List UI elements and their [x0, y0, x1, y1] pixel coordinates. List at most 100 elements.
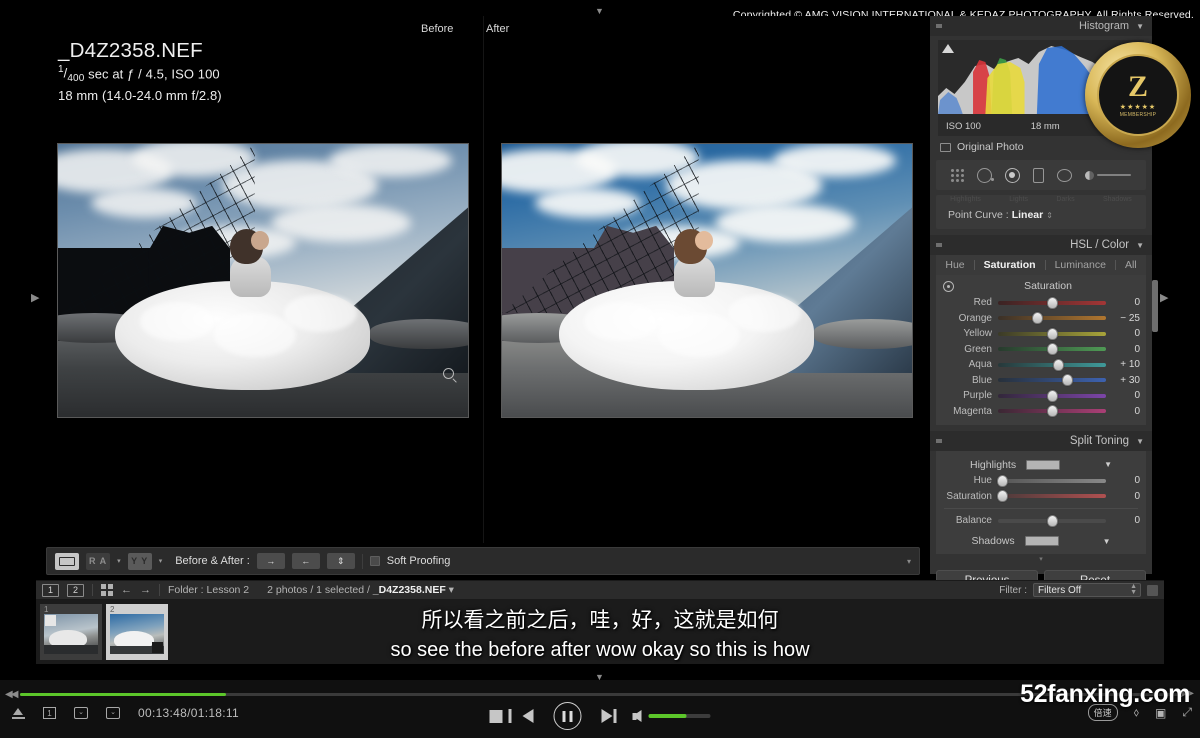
- selected-file-caret-icon[interactable]: ▾: [449, 584, 454, 596]
- chevron-down-icon[interactable]: ▼: [1136, 22, 1144, 31]
- grid-view-icon[interactable]: [101, 584, 113, 596]
- slider-knob[interactable]: [1046, 327, 1058, 340]
- slider-knob[interactable]: [1046, 405, 1058, 418]
- hsl-panel-toggle-icon[interactable]: [936, 243, 942, 247]
- back-arrow-icon[interactable]: ←: [121, 584, 132, 596]
- compare-view-caret-icon[interactable]: ▾: [117, 557, 121, 565]
- slider-saturation[interactable]: Saturation 0: [936, 489, 1146, 505]
- ba-mode-right-left[interactable]: ←: [291, 553, 320, 569]
- zoom-icon[interactable]: [443, 368, 454, 379]
- soft-proofing-checkbox[interactable]: [369, 556, 380, 566]
- slider-track[interactable]: [998, 514, 1106, 527]
- develop-toolbar[interactable]: R A ▾ Y Y ▾ Before & After : → ← ⇕ Soft …: [46, 547, 920, 575]
- slider-track[interactable]: [996, 474, 1106, 487]
- adjustment-brush-icon[interactable]: [1085, 170, 1132, 180]
- slider-track[interactable]: [996, 490, 1106, 503]
- slider-magenta[interactable]: Magenta 0: [936, 404, 1146, 420]
- split-toning-header[interactable]: Split Toning ▼: [930, 431, 1152, 451]
- tab-saturation[interactable]: Saturation: [975, 259, 1045, 271]
- panel-collapse-icon[interactable]: ▾: [1039, 555, 1043, 563]
- red-eye-icon[interactable]: [1004, 167, 1020, 183]
- left-panel-expand-arrow-icon[interactable]: ▶: [31, 291, 39, 304]
- page-number-2[interactable]: 2: [67, 583, 84, 597]
- highlights-chevron-icon[interactable]: ▼: [1104, 460, 1112, 469]
- player-left-controls[interactable]: 1 ⌄ ⌄ 00:13:48/01:18:11: [12, 706, 239, 720]
- panel-scrollbar-thumb[interactable]: [1152, 280, 1158, 332]
- slider-track[interactable]: [998, 374, 1106, 387]
- tab-all[interactable]: All: [1116, 259, 1146, 271]
- slider-knob[interactable]: [996, 474, 1008, 487]
- slider-balance[interactable]: Balance 0: [936, 513, 1146, 529]
- shadows-color-swatch[interactable]: [1024, 536, 1059, 546]
- target-adjustment-tool-icon[interactable]: [943, 281, 954, 292]
- tone-curve-panel[interactable]: Highlights Lights Darks Shadows Point Cu…: [936, 195, 1146, 229]
- chapter-icon[interactable]: 1: [43, 707, 56, 719]
- volume-slider[interactable]: [648, 714, 711, 718]
- folder-label[interactable]: Folder : Lesson 2: [168, 584, 249, 596]
- volume-icon[interactable]: [632, 710, 642, 722]
- slider-track[interactable]: [998, 343, 1106, 356]
- slider-knob[interactable]: [1046, 296, 1058, 309]
- graduated-filter-icon[interactable]: [1033, 167, 1045, 183]
- audio-track-icon[interactable]: ⌄: [106, 707, 120, 719]
- split-toning-body[interactable]: Highlights ▼ Hue 0 Saturation 0 Balance 0 Sh…: [936, 451, 1146, 554]
- hsl-slider-group[interactable]: Saturation Red 0 Orange − 25 Yellow 0 Green 0 Aq…: [936, 275, 1146, 425]
- filmstrip-toolbar[interactable]: 1 2 ← → Folder : Lesson 2 2 photos / 1 s…: [36, 580, 1164, 600]
- develop-preview-area[interactable]: Before After _D4Z2358.NEF 1/400 sec at ƒ…: [36, 16, 930, 575]
- filmstrip-thumb-1[interactable]: 1: [40, 604, 102, 660]
- filmstrip[interactable]: 1 2: [36, 600, 1164, 664]
- slider-red[interactable]: Red 0: [936, 295, 1146, 311]
- filmstrip-thumb-2[interactable]: 2: [106, 604, 168, 660]
- before-photo[interactable]: [57, 143, 469, 418]
- slider-hue[interactable]: Hue 0: [936, 473, 1146, 489]
- split-toning-toggle-icon[interactable]: [936, 439, 942, 443]
- slider-knob[interactable]: [1052, 358, 1064, 371]
- chevron-down-icon[interactable]: ▼: [1136, 437, 1144, 446]
- slider-blue[interactable]: Blue + 30: [936, 373, 1146, 389]
- pause-button[interactable]: [553, 702, 582, 730]
- ba-mode-top-bottom[interactable]: ⇕: [326, 553, 355, 569]
- selected-filename[interactable]: _D4Z2358.NEF: [373, 584, 446, 596]
- slider-yellow[interactable]: Yellow 0: [936, 326, 1146, 342]
- hsl-tab-bar[interactable]: Hue Saturation Luminance All: [936, 255, 1146, 275]
- slider-track[interactable]: [998, 405, 1106, 418]
- slider-knob[interactable]: [1032, 312, 1044, 325]
- radial-filter-icon[interactable]: [1057, 168, 1073, 182]
- tab-hue[interactable]: Hue: [936, 259, 973, 271]
- histogram-header[interactable]: Histogram ▼: [930, 16, 1152, 36]
- survey-view-button[interactable]: Y Y: [127, 552, 152, 570]
- ba-mode-left-right[interactable]: →: [256, 553, 285, 569]
- stepper-icon[interactable]: ▲ ▼: [1130, 583, 1137, 596]
- player-transport-controls[interactable]: [489, 702, 711, 730]
- survey-view-caret-icon[interactable]: ▾: [159, 557, 163, 565]
- highlights-color-swatch[interactable]: [1026, 459, 1061, 470]
- slider-track[interactable]: [998, 389, 1106, 402]
- chevron-down-icon[interactable]: ▼: [1136, 241, 1144, 250]
- page-number-1[interactable]: 1: [42, 583, 59, 597]
- tab-luminance[interactable]: Luminance: [1046, 259, 1115, 271]
- top-collapse-arrow-icon[interactable]: ▼: [595, 6, 604, 16]
- develop-tool-strip[interactable]: [936, 160, 1146, 190]
- video-frame[interactable]: Copyrighted © AMG VISION INTERNATIONAL &…: [0, 0, 1200, 680]
- hsl-header[interactable]: HSL / Color ▼: [930, 235, 1152, 255]
- point-curve-row[interactable]: Point Curve : Linear ⇕: [948, 209, 1053, 221]
- point-curve-stepper-icon[interactable]: ⇕: [1046, 211, 1053, 220]
- next-button[interactable]: [601, 709, 616, 723]
- slider-knob[interactable]: [996, 490, 1008, 503]
- rewind-icon[interactable]: ◀◀: [5, 689, 18, 700]
- split-toning-highlights-row[interactable]: Highlights ▼: [936, 456, 1146, 473]
- slider-track[interactable]: [998, 312, 1106, 325]
- slider-knob[interactable]: [1061, 374, 1073, 387]
- loupe-view-button[interactable]: [55, 552, 79, 570]
- toolbar-collapse-icon[interactable]: ▾: [907, 557, 911, 566]
- slider-track[interactable]: [998, 327, 1106, 340]
- after-photo[interactable]: [501, 143, 913, 418]
- slider-knob[interactable]: [1046, 389, 1058, 402]
- previous-button[interactable]: [508, 709, 534, 723]
- split-toning-shadows-row[interactable]: Shadows ▼: [936, 533, 1146, 550]
- eject-icon[interactable]: [12, 707, 25, 720]
- compare-view-button[interactable]: R A: [86, 552, 111, 570]
- slider-purple[interactable]: Purple 0: [936, 388, 1146, 404]
- right-panel-expand-arrow-icon[interactable]: ▶: [1160, 291, 1168, 304]
- slider-track[interactable]: [998, 296, 1106, 309]
